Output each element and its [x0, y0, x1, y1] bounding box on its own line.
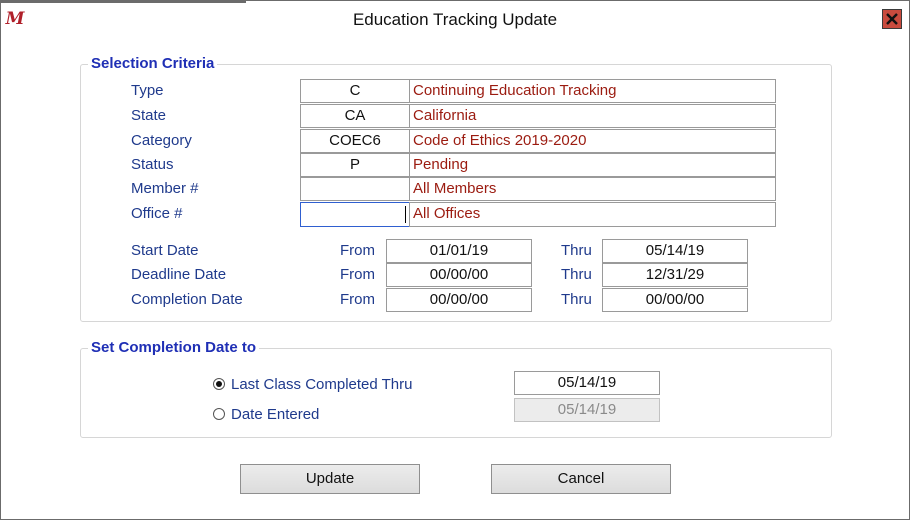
completion-date-label: Completion Date — [131, 291, 243, 308]
state-label: State — [131, 107, 167, 124]
state-code-input[interactable]: CA — [300, 104, 410, 128]
date-entered-label[interactable]: Date Entered — [231, 405, 319, 425]
start-date-from-label: From — [340, 242, 375, 259]
deadline-date-from-label: From — [340, 266, 375, 283]
start-date-from-input[interactable]: 01/01/19 — [386, 239, 532, 263]
type-description: Continuing Education Tracking — [409, 79, 776, 103]
member-number-label: Member # — [131, 180, 199, 197]
window-title: Education Tracking Update — [352, 10, 558, 29]
last-class-completed-radio[interactable] — [213, 378, 225, 390]
status-code-input[interactable]: P — [300, 153, 410, 177]
close-icon — [886, 13, 898, 25]
set-completion-date-group — [80, 348, 832, 438]
office-number-label: Office # — [131, 205, 183, 222]
member-number-input[interactable] — [300, 177, 410, 201]
date-entered-radio[interactable] — [213, 408, 225, 420]
close-button[interactable] — [882, 9, 902, 29]
completion-date-thru-input[interactable]: 00/00/00 — [602, 288, 748, 312]
start-date-thru-input[interactable]: 05/14/19 — [602, 239, 748, 263]
completion-date-from-label: From — [340, 291, 375, 308]
office-number-description: All Offices — [409, 202, 776, 227]
deadline-date-thru-label: Thru — [561, 266, 592, 283]
update-button[interactable]: Update — [240, 464, 420, 494]
office-number-input[interactable] — [300, 202, 410, 227]
member-number-description: All Members — [409, 177, 776, 201]
start-date-thru-label: Thru — [561, 242, 592, 259]
set-completion-date-legend: Set Completion Date to — [88, 339, 260, 357]
completion-date-thru-label: Thru — [561, 291, 592, 308]
status-description: Pending — [409, 153, 776, 177]
cancel-button[interactable]: Cancel — [491, 464, 671, 494]
last-class-completed-date-input[interactable]: 05/14/19 — [514, 371, 660, 395]
completion-date-from-input[interactable]: 00/00/00 — [386, 288, 532, 312]
date-entered-date-input: 05/14/19 — [514, 398, 660, 422]
start-date-label: Start Date — [131, 242, 199, 259]
type-label: Type — [131, 82, 164, 99]
type-code-input[interactable]: C — [300, 79, 410, 103]
title-bar[interactable]: M Education Tracking Update — [1, 1, 909, 37]
state-description: California — [409, 104, 776, 128]
status-label: Status — [131, 156, 174, 173]
deadline-date-thru-input[interactable]: 12/31/29 — [602, 263, 748, 287]
selection-criteria-legend: Selection Criteria — [88, 55, 218, 73]
text-cursor — [405, 206, 406, 223]
last-class-completed-label[interactable]: Last Class Completed Thru — [231, 375, 412, 395]
category-label: Category — [131, 132, 192, 149]
dialog-window: M Education Tracking Update Selection Cr… — [0, 0, 910, 520]
deadline-date-label: Deadline Date — [131, 266, 227, 283]
category-description: Code of Ethics 2019-2020 — [409, 129, 776, 153]
deadline-date-from-input[interactable]: 00/00/00 — [386, 263, 532, 287]
category-code-input[interactable]: COEC6 — [300, 129, 410, 153]
